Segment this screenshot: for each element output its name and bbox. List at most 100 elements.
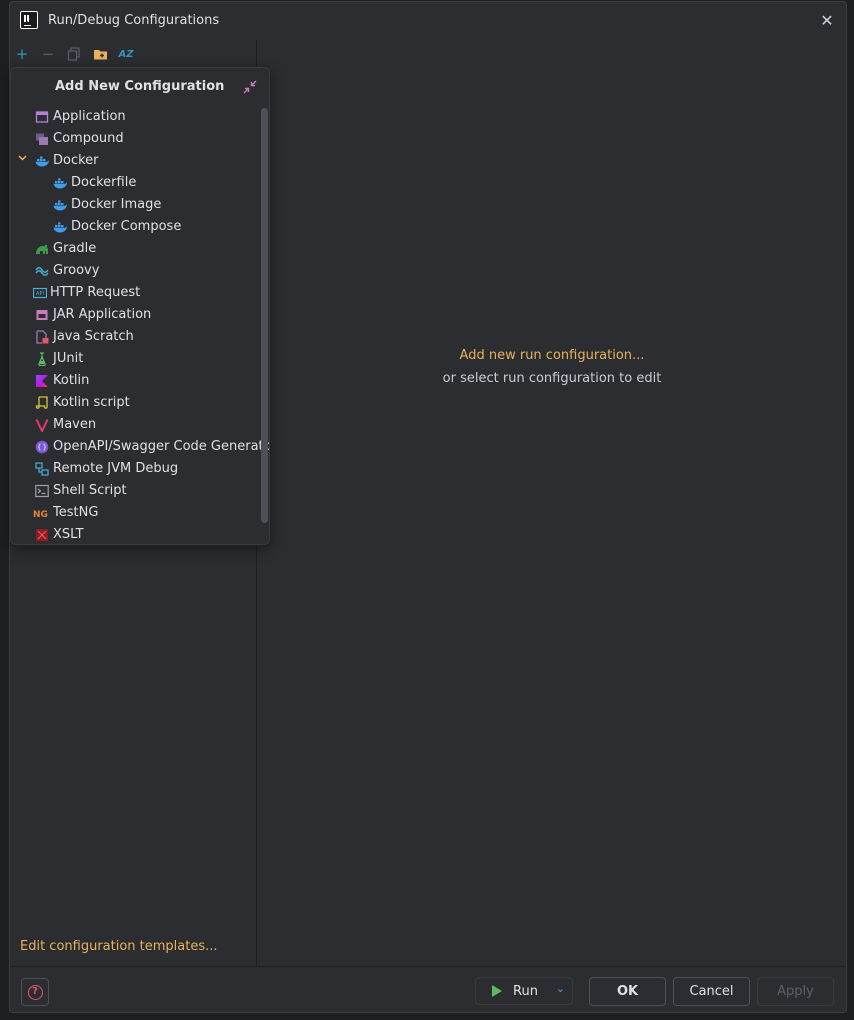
add-new-configuration-popup: Add New Configuration Application Compou… [10,67,270,545]
list-item-java-scratch[interactable]: Java Scratch [11,326,261,348]
copy-icon [67,47,80,61]
list-item-label: Docker Compose [71,219,182,234]
list-item-dockerfile[interactable]: Dockerfile [11,172,261,194]
configuration-details-panel: Add new run configuration... or select r… [258,40,846,966]
list-item-docker-compose[interactable]: Docker Compose [11,216,261,238]
dialog-title: Run/Debug Configurations [48,13,220,28]
shell-script-icon [35,484,49,498]
list-item-junit[interactable]: JUnit [11,348,261,370]
list-item-label: JUnit [53,351,84,366]
kotlin-icon [36,375,48,387]
intellij-app-icon [20,11,38,29]
list-item-maven[interactable]: Maven [11,414,261,436]
title-bar[interactable]: Run/Debug Configurations ✕ [10,2,846,40]
run-button-label: Run [513,983,538,999]
list-item-docker[interactable]: Docker [11,150,261,172]
copy-configuration-button[interactable] [64,44,84,64]
svg-text:API: API [36,291,44,297]
folder-add-icon [93,50,107,60]
compound-icon [36,133,48,145]
list-item-label: TestNG [53,505,99,520]
add-new-run-configuration-link[interactable]: Add new run configuration... [258,348,846,363]
list-item-label: HTTP Request [50,285,141,300]
openapi-icon [35,440,49,454]
docker-icon [35,156,49,167]
list-item-http-request[interactable]: API HTTP Request [11,282,261,304]
popup-header: Add New Configuration [11,68,269,106]
application-icon [35,111,49,123]
list-item-openapi[interactable]: OpenAPI/Swagger Code Generator [11,436,269,458]
cancel-button[interactable]: Cancel [673,977,750,1006]
list-item-label: Java Scratch [53,329,134,344]
run-options-chevron-down-icon[interactable]: ⌄ [556,982,565,995]
list-item-label: Dockerfile [71,175,137,190]
list-item-shell-script[interactable]: Shell Script [11,480,261,502]
dialog-footer: ? Run ⌄ OK Cancel Apply [10,966,846,1012]
java-scratch-icon [36,330,49,344]
run-play-icon [492,985,502,997]
testng-icon: NG [33,510,48,520]
list-item-label: Application [53,109,126,124]
configuration-type-list: Application Compound Docker Dockerfile D… [11,106,269,544]
xslt-icon [36,529,48,541]
empty-state-hint: or select run configuration to edit [442,371,662,386]
background-editor-right [846,0,854,1020]
junit-icon [38,352,46,366]
close-button[interactable]: ✕ [816,10,838,32]
sort-alphabetically-icon: AZ [118,48,134,60]
help-button[interactable]: ? [21,978,49,1006]
help-icon: ? [27,984,43,1000]
list-item-label: OpenAPI/Swagger Code Generator [53,439,270,454]
remove-configuration-button[interactable]: − [38,44,58,64]
http-request-icon: API [33,287,47,299]
list-item-xslt[interactable]: XSLT [11,524,261,544]
docker-icon [53,222,67,233]
list-item-groovy[interactable]: Groovy [11,260,261,282]
kotlin-script-icon [35,396,48,409]
list-item-label: Remote JVM Debug [53,461,179,476]
new-folder-button[interactable] [90,44,110,64]
list-item-label: Kotlin [53,373,90,388]
minus-icon: − [41,45,55,63]
list-item-label: Kotlin script [53,395,130,410]
list-item-testng[interactable]: NG TestNG [11,502,261,524]
configuration-toolbar: + − AZ [10,40,257,68]
docker-icon [53,178,67,189]
edit-configuration-templates-link[interactable]: Edit configuration templates... [20,939,218,954]
maven-icon [35,419,49,432]
list-item-label: Compound [53,131,124,146]
list-item-label: Docker Image [71,197,162,212]
run-button[interactable]: Run ⌄ [475,977,573,1005]
close-icon: ✕ [820,11,834,30]
list-item-kotlin[interactable]: Kotlin [11,370,261,392]
groovy-icon [35,267,49,276]
list-item-label: Groovy [53,263,100,278]
list-item-label: Gradle [53,241,97,256]
list-item-label: XSLT [53,527,84,542]
plus-icon: + [15,45,29,63]
list-item-docker-image[interactable]: Docker Image [11,194,261,216]
list-item-application[interactable]: Application [11,106,261,128]
add-configuration-button[interactable]: + [12,44,32,64]
list-item-remote-jvm-debug[interactable]: Remote JVM Debug [11,458,261,480]
list-item-jar-application[interactable]: JAR Application [11,304,261,326]
remote-jvm-debug-icon [35,462,49,476]
svg-text:NG: NG [33,510,48,520]
list-item-label: Maven [53,417,97,432]
sort-configurations-button[interactable]: AZ [116,44,136,64]
apply-button[interactable]: Apply [757,977,834,1006]
popup-title: Add New Configuration [55,79,225,94]
ok-button[interactable]: OK [589,977,666,1006]
list-item-label: Shell Script [53,483,127,498]
list-item-kotlin-script[interactable]: Kotlin script [11,392,261,414]
docker-icon [53,200,67,211]
chevron-down-icon[interactable] [17,152,28,166]
list-item-label: JAR Application [53,307,152,322]
collapse-icon[interactable] [243,80,257,94]
list-item-compound[interactable]: Compound [11,128,261,150]
jar-application-icon [36,310,48,320]
popup-scrollbar[interactable] [261,108,268,523]
gradle-icon [36,244,48,254]
list-item-gradle[interactable]: Gradle [11,238,261,260]
list-item-label: Docker [53,153,99,168]
